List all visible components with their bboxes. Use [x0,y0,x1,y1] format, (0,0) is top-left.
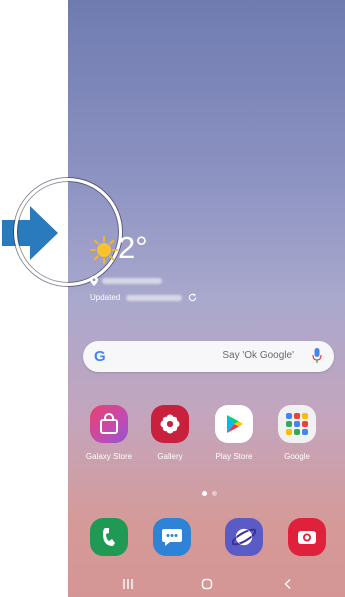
back-icon[interactable] [282,578,294,590]
app-google[interactable]: Google [267,405,327,461]
app-play-store[interactable]: Play Store [204,405,264,461]
app-galaxy-store[interactable]: Galaxy Store [79,405,139,461]
phone-icon[interactable] [90,518,128,556]
refresh-icon[interactable] [188,293,197,302]
app-label: Play Store [215,452,253,461]
location-name-blurred [102,278,162,284]
location-pin-icon [90,276,98,286]
temperature: 2° [118,230,148,265]
highlight-circle [14,178,122,286]
search-hint: Say 'Ok Google' [222,350,294,361]
internet-icon[interactable] [225,518,263,556]
google-folder-icon [278,405,316,443]
shopping-bag-icon [90,405,128,443]
location-row [90,276,162,286]
home-icon[interactable] [201,578,213,590]
app-gallery[interactable]: Gallery [140,405,200,461]
google-g-icon: G [94,348,106,364]
play-store-icon [215,405,253,443]
page-dot-active [202,491,207,496]
page-dot [212,491,217,496]
page-indicator [202,491,217,496]
mic-icon[interactable] [312,348,322,364]
updated-label: Updated [90,293,121,302]
recent-apps-icon[interactable] [122,578,134,590]
app-label: Galaxy Store [85,452,133,461]
camera-icon[interactable] [288,518,326,556]
message-icon[interactable] [153,518,191,556]
flower-icon [151,405,189,443]
app-label: Gallery [157,452,183,461]
google-search-bar[interactable]: G Say 'Ok Google' [83,341,334,372]
navigation-bar [68,572,345,597]
sun-icon [90,236,118,264]
updated-time-blurred [126,294,183,301]
app-label: Google [284,452,310,461]
updated-row: Updated [90,293,197,302]
svg-text:G: G [94,348,106,364]
